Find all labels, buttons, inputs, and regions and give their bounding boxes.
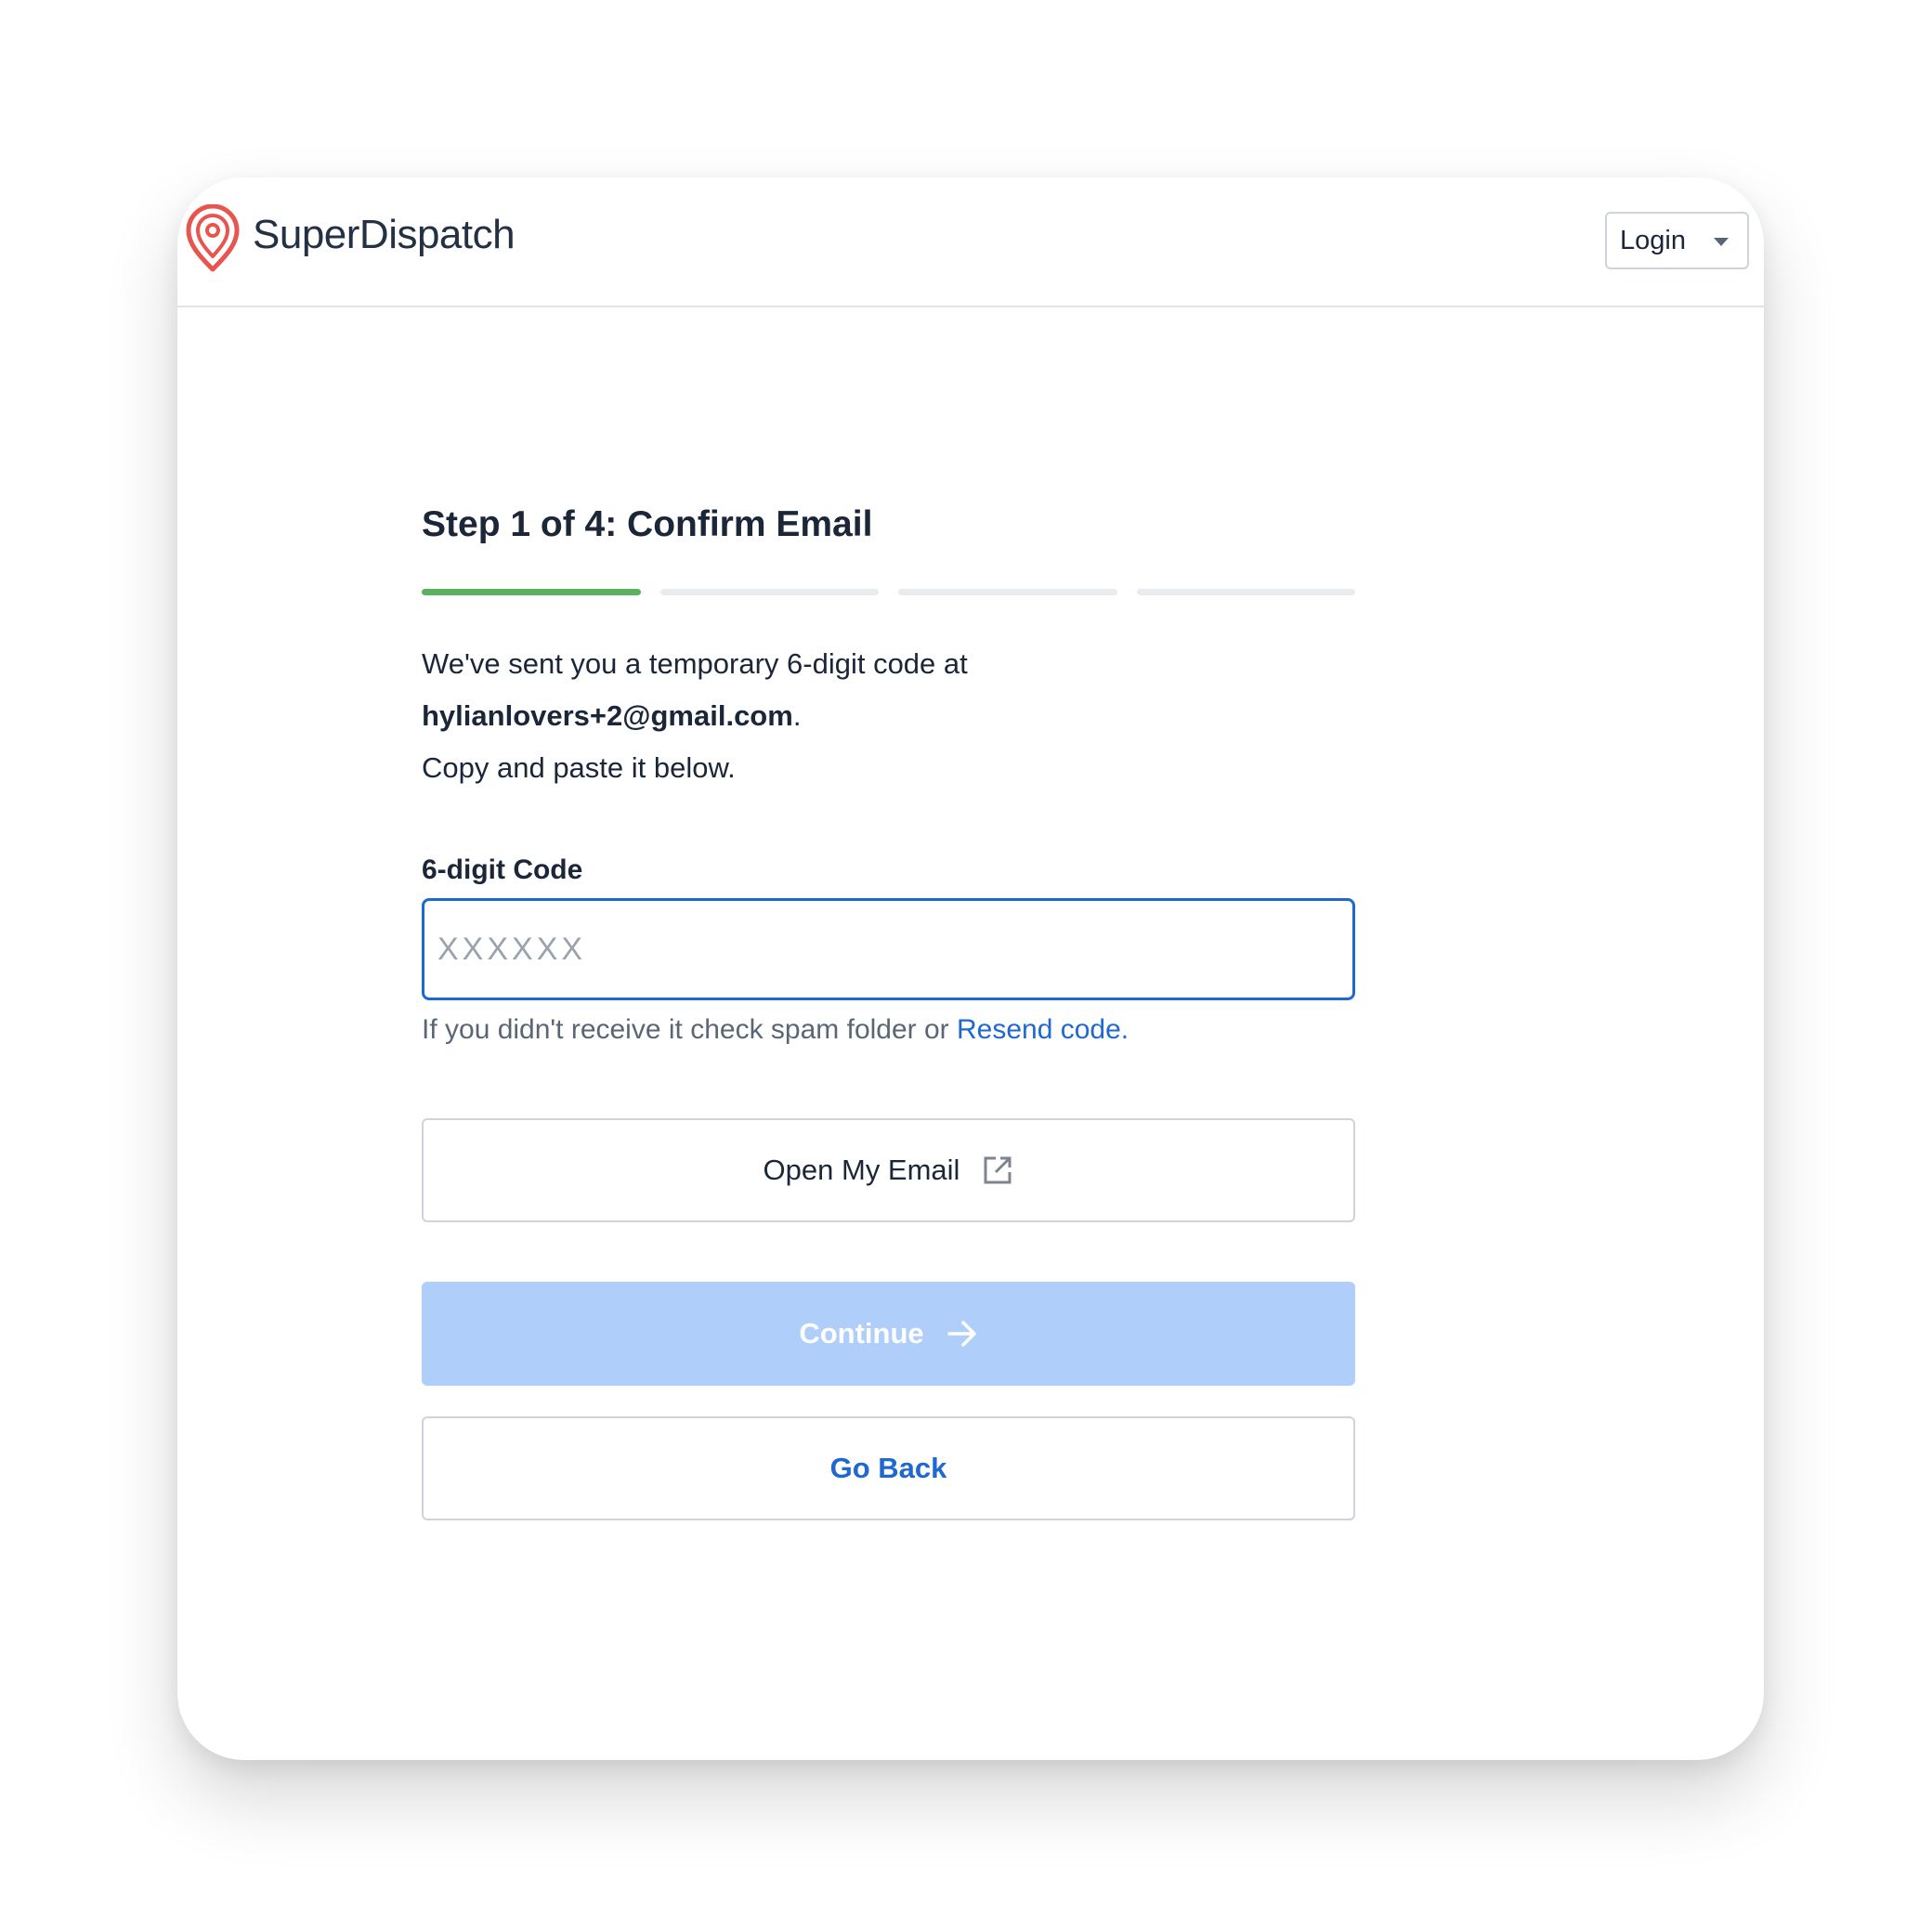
code-field-label: 6-digit Code (422, 854, 583, 885)
resend-code-link[interactable]: Resend code (957, 1014, 1121, 1045)
open-email-button[interactable]: Open My Email (422, 1118, 1355, 1222)
progress-step-4 (1136, 589, 1355, 595)
resend-hint: If you didn't receive it check spam fold… (422, 1014, 1129, 1046)
external-link-icon (984, 1156, 1012, 1184)
step-progress (422, 589, 1355, 595)
brand-name: SuperDispatch (253, 212, 516, 257)
instructions-line-3: Copy and paste it below. (422, 751, 736, 784)
header: SuperDispatch Login (177, 177, 1764, 307)
go-back-button[interactable]: Go Back (422, 1416, 1355, 1520)
continue-label: Continue (799, 1317, 924, 1350)
brand-logo[interactable]: SuperDispatch (185, 202, 516, 276)
app-window: SuperDispatch Login Step 1 of 4: Confirm… (177, 177, 1764, 1760)
instructions-line-1: We've sent you a temporary 6-digit code … (422, 647, 968, 680)
continue-button[interactable]: Continue (422, 1282, 1355, 1386)
progress-step-2 (659, 589, 879, 595)
instructions-line-2: hylianlovers+2@gmail.com. (422, 690, 968, 742)
instructions: We've sent you a temporary 6-digit code … (422, 638, 968, 794)
arrow-right-icon (946, 1321, 976, 1347)
login-dropdown[interactable]: Login (1605, 212, 1749, 269)
resend-hint-text: If you didn't receive it check spam fold… (422, 1014, 957, 1045)
progress-step-1 (422, 589, 641, 595)
resend-hint-suffix: . (1120, 1014, 1129, 1045)
open-email-label: Open My Email (763, 1154, 960, 1186)
caret-down-icon (1714, 238, 1729, 246)
email-suffix: . (792, 699, 802, 732)
go-back-label: Go Back (829, 1452, 947, 1484)
login-dropdown-value: Login (1620, 225, 1686, 255)
code-input[interactable] (422, 898, 1355, 1000)
map-pin-icon (186, 204, 240, 272)
progress-step-3 (898, 589, 1117, 595)
page-title: Step 1 of 4: Confirm Email (422, 504, 873, 544)
email-address: hylianlovers+2@gmail.com (422, 699, 793, 732)
